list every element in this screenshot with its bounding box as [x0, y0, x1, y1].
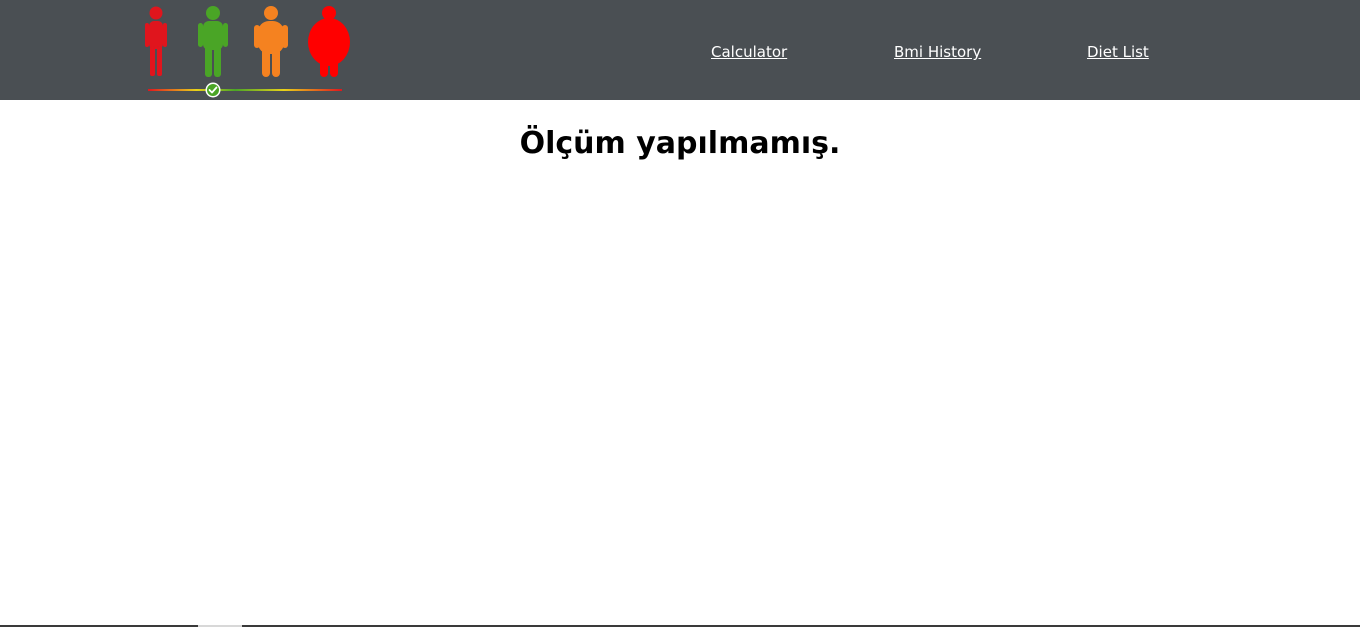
nav-link-diet-list[interactable]: Diet List [1087, 41, 1149, 63]
check-icon [205, 82, 221, 98]
top-navbar: Calculator Bmi History Diet List [0, 0, 1360, 100]
nav-link-bmi-history[interactable]: Bmi History [894, 41, 981, 63]
bmi-scale-line [148, 89, 342, 91]
nav-link-calculator[interactable]: Calculator [711, 41, 787, 63]
no-measurement-message: Ölçüm yapılmamış. [519, 126, 841, 161]
nav-links: Calculator Bmi History Diet List [0, 41, 1360, 63]
